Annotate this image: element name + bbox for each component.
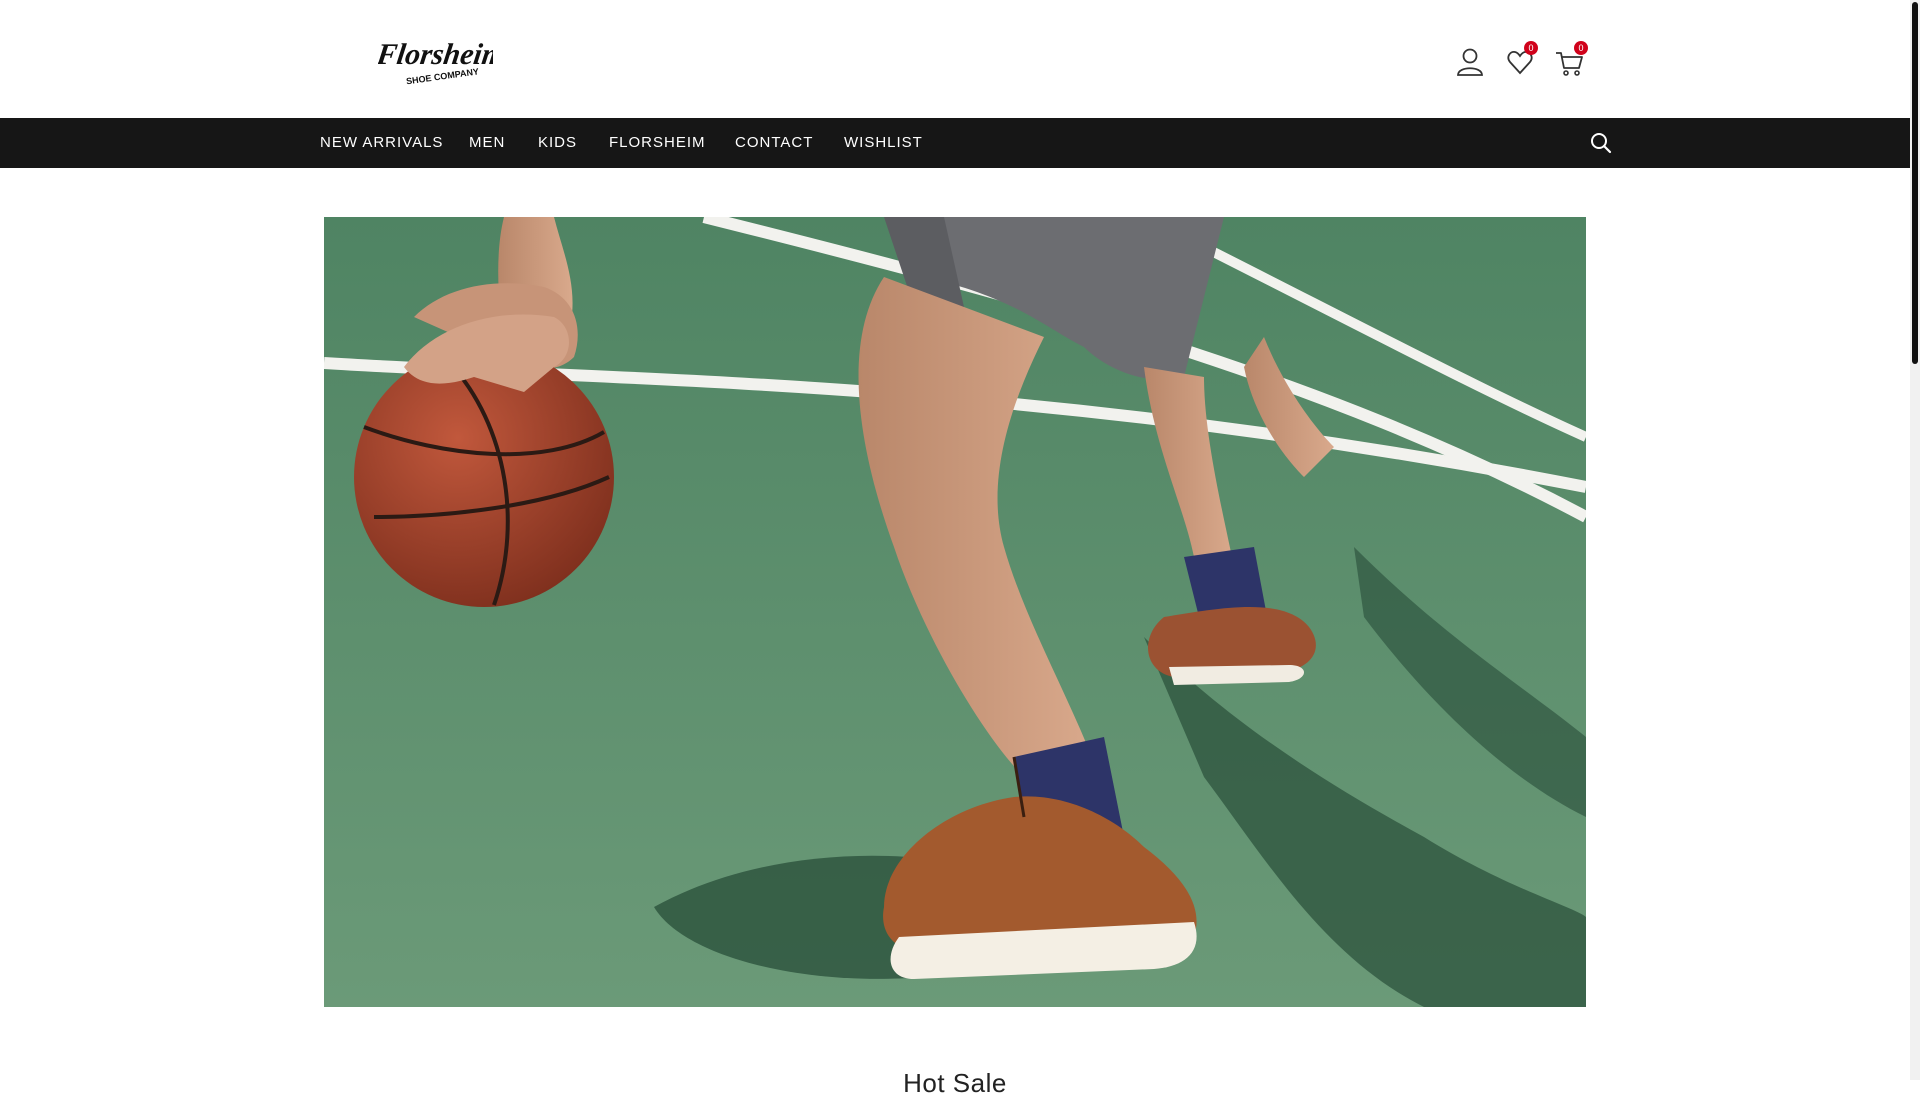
main-navigation: NEW ARRIVALS MEN KIDS FLORSHEIM CONTACT … <box>0 118 1910 168</box>
search-button[interactable] <box>1586 128 1616 158</box>
nav-item-men[interactable]: MEN <box>469 118 505 168</box>
nav-item-kids[interactable]: KIDS <box>538 118 577 168</box>
nav-item-new-arrivals[interactable]: NEW ARRIVALS <box>320 118 443 168</box>
section-heading: Hot Sale <box>903 1068 1007 1098</box>
florsheim-logo[interactable]: Florsheim SHOE COMPANY <box>378 34 493 86</box>
nav-item-florsheim[interactable]: FLORSHEIM <box>609 118 706 168</box>
hero-banner-image[interactable] <box>324 217 1586 1007</box>
nav-item-contact[interactable]: CONTACT <box>735 118 813 168</box>
user-icon <box>1457 48 1483 76</box>
wishlist-count-badge: 0 <box>1524 41 1538 55</box>
site-header: Florsheim SHOE COMPANY 0 0 <box>0 0 1910 118</box>
cart-count-badge: 0 <box>1574 41 1588 55</box>
basketball-court-photo <box>324 217 1586 1007</box>
search-icon <box>1591 133 1612 154</box>
page-scrollbar[interactable] <box>1910 0 1920 1080</box>
scrollbar-thumb[interactable] <box>1912 2 1918 364</box>
nav-item-wishlist[interactable]: WISHLIST <box>844 118 923 168</box>
logo-mark: Florsheim SHOE COMPANY <box>378 37 493 86</box>
account-button[interactable] <box>1450 44 1486 80</box>
cart-button[interactable]: 0 <box>1550 41 1588 80</box>
wishlist-button[interactable]: 0 <box>1500 41 1538 80</box>
